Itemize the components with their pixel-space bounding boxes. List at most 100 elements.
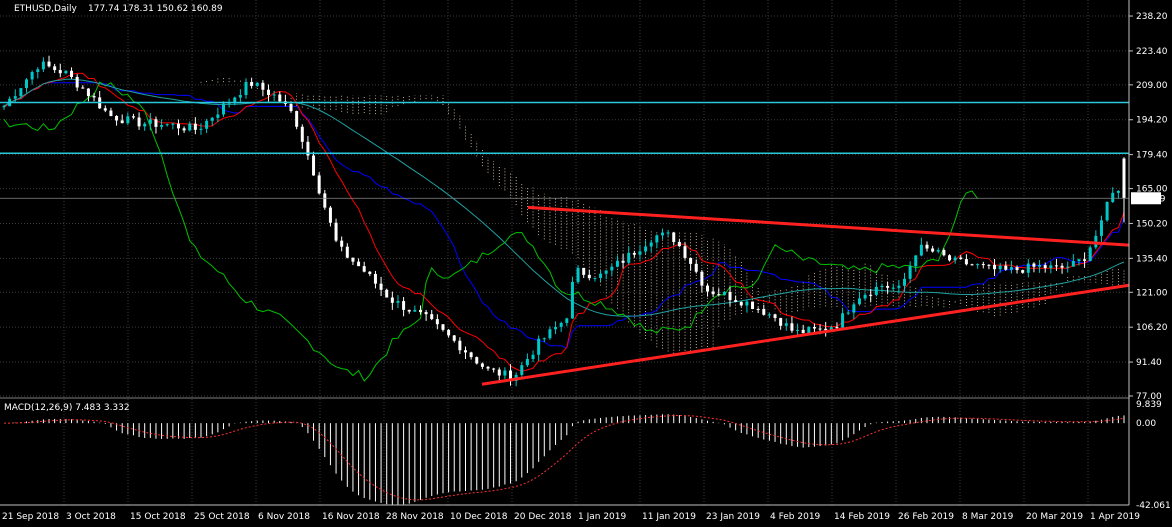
candle-body <box>58 70 62 74</box>
candle-body <box>694 263 698 272</box>
candle-body <box>745 301 749 306</box>
candle-body <box>1043 265 1047 269</box>
candle-body <box>537 338 541 355</box>
candle-body <box>784 323 788 326</box>
candle-body <box>807 327 811 334</box>
candle-body <box>115 116 119 121</box>
time-tick-label: 8 Mar 2019 <box>962 512 1014 522</box>
candle-body <box>863 294 867 299</box>
candle-body <box>160 125 164 127</box>
price-tick-label: 106.20 <box>1136 323 1168 333</box>
candle-body <box>1122 158 1126 199</box>
candle-body <box>790 323 794 331</box>
candle-body <box>317 175 321 194</box>
candle-body <box>959 257 963 260</box>
candle-body <box>272 94 276 96</box>
candle-body <box>1060 265 1064 268</box>
candle-body <box>368 271 372 274</box>
candle-body <box>188 123 192 131</box>
price-tick-label: 135.40 <box>1136 254 1168 264</box>
candle-body <box>1009 267 1013 270</box>
candle-body <box>734 300 738 302</box>
candle-body <box>852 304 856 313</box>
candle-body <box>925 244 929 249</box>
candle-body <box>25 79 29 89</box>
candle-body <box>677 241 681 247</box>
candle-body <box>1032 263 1036 267</box>
candle-body <box>334 222 338 241</box>
candle-body <box>976 264 980 266</box>
candle-body <box>627 252 631 263</box>
candle-body <box>13 96 17 99</box>
candle-body <box>548 329 552 339</box>
candle-body <box>542 338 546 340</box>
candle-body <box>351 257 355 262</box>
candle-body <box>19 88 23 97</box>
candle-body <box>914 255 918 267</box>
candle-body <box>964 259 968 265</box>
candle-body <box>300 126 304 142</box>
candle-body <box>475 357 479 364</box>
candle-body <box>70 70 74 77</box>
ohlc-label: 177.74 178.31 150.62 160.89 <box>88 4 223 14</box>
candle-body <box>1083 259 1087 261</box>
candle-body <box>582 267 586 275</box>
candle-body <box>176 123 180 129</box>
candle-body <box>953 257 957 261</box>
price-tick-label: 121.00 <box>1136 288 1168 298</box>
candle-body <box>435 319 439 325</box>
time-tick-label: 4 Feb 2019 <box>770 512 821 522</box>
candle-body <box>464 350 468 353</box>
candle-body <box>238 95 242 98</box>
candle-body <box>109 110 113 117</box>
candle-body <box>919 244 923 256</box>
candle-body <box>846 312 850 314</box>
candle-body <box>41 61 45 70</box>
candle-body <box>486 366 490 369</box>
candle-body <box>587 274 591 279</box>
candle-body <box>373 273 377 284</box>
candle-body <box>1071 261 1075 267</box>
candle-body <box>430 314 434 320</box>
candle-body <box>1054 265 1058 267</box>
candle-body <box>987 264 991 266</box>
candle-body <box>773 314 777 318</box>
candle-body <box>666 232 670 234</box>
candle-body <box>81 87 85 89</box>
candle-body <box>891 287 895 289</box>
candle-body <box>103 108 107 111</box>
candle-body <box>328 207 332 223</box>
candle-body <box>1088 247 1092 261</box>
candle-body <box>908 266 912 279</box>
candle-body <box>171 123 175 125</box>
candle-body <box>649 242 653 247</box>
candle-body <box>660 232 664 236</box>
candle-body <box>638 251 642 255</box>
current-price-label: 160.89 <box>1134 194 1166 204</box>
candle-body <box>120 120 124 124</box>
candle-body <box>1015 267 1019 271</box>
candle-body <box>762 309 766 315</box>
candle-body <box>739 301 743 306</box>
price-chart[interactable]: 238.20223.40209.00194.20179.40165.00150.… <box>0 0 1172 527</box>
time-tick-label: 1 Jan 2019 <box>578 512 626 522</box>
time-tick-label: 15 Oct 2018 <box>130 512 186 522</box>
candle-body <box>683 246 687 258</box>
candle-body <box>278 94 282 102</box>
candle-body <box>255 82 259 86</box>
candle-body <box>565 318 569 323</box>
candle-body <box>385 289 389 298</box>
candle-body <box>1004 265 1008 270</box>
candle-body <box>931 248 935 252</box>
candle-body <box>801 329 805 334</box>
candle-body <box>469 352 473 358</box>
candle-body <box>756 308 760 310</box>
candle-body <box>621 260 625 263</box>
candle-body <box>402 301 406 310</box>
candle-body <box>1111 192 1115 202</box>
candle-body <box>47 61 51 67</box>
candle-body <box>407 309 411 312</box>
candle-body <box>323 193 327 208</box>
price-tick-label: 150.20 <box>1136 219 1168 229</box>
candle-body <box>1049 265 1053 269</box>
